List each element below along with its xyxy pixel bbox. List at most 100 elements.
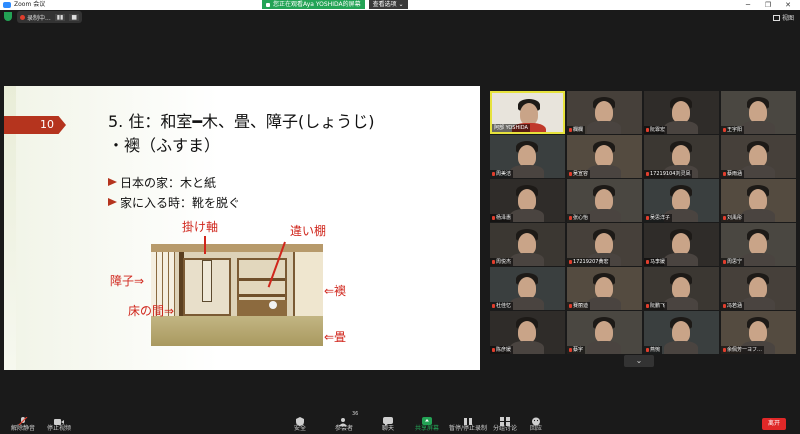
participant-tile[interactable]: 周思宁 (721, 223, 796, 266)
participant-face (749, 277, 767, 299)
participant-tile[interactable]: 蔡宇 (567, 311, 642, 354)
participant-face (672, 145, 690, 167)
maximize-button[interactable]: ❐ (758, 0, 778, 10)
participant-tile[interactable]: 燕惋 (644, 311, 719, 354)
participant-body (587, 165, 621, 178)
leave-meeting-button[interactable]: 离开 (762, 418, 786, 430)
participant-body (587, 209, 621, 222)
participant-face (672, 189, 690, 211)
participant-tile[interactable]: 余佩芳一ヨフ… (721, 311, 796, 354)
participant-name: 杜佳忆 (490, 302, 514, 310)
participant-tile[interactable]: 阮霏宏 (644, 91, 719, 134)
participant-name: 吴思洋子 (644, 214, 673, 222)
participant-name-text: 燕惋 (650, 347, 661, 353)
label-tokonoma: 床の間⇒ (128, 304, 175, 318)
participant-tile[interactable]: 杨泽惠 (490, 179, 565, 222)
participant-name-text: 阮霏宏 (650, 127, 666, 133)
label-kakejiku: 掛け軸 (182, 220, 219, 234)
mic-muted-icon (492, 259, 495, 264)
pause-stop-recording-button[interactable]: 暂停/停止录制 (448, 408, 488, 434)
pause-recording-button[interactable]: ▮▮ (54, 13, 66, 21)
share-screen-button[interactable]: 共享屏幕 (412, 408, 442, 434)
chat-button[interactable]: 聊天 (376, 408, 400, 434)
participant-name: 冯若涵 (721, 302, 745, 310)
participant-tile[interactable]: 吴思洋子 (644, 179, 719, 222)
close-window-button[interactable]: ✕ (778, 0, 798, 10)
mic-muted-icon (569, 127, 572, 132)
slide-page-number: 10 (4, 116, 66, 134)
participant-tile[interactable]: 周悦杰 (490, 223, 565, 266)
participant-tile[interactable]: 吴宣容 (567, 135, 642, 178)
participant-name-text: 蔡雨涵 (727, 171, 743, 177)
mic-muted-icon (18, 411, 28, 426)
participant-tile[interactable]: 张心怡 (567, 179, 642, 222)
participants-button[interactable]: 36 参会者 (332, 408, 358, 434)
participant-name-text: 马李媛 (650, 259, 666, 265)
stop-recording-button[interactable]: ■ (69, 13, 80, 21)
participant-name: 马李媛 (644, 258, 668, 266)
reactions-button[interactable]: 回应 (524, 408, 548, 434)
encryption-shield-icon[interactable] (4, 12, 12, 21)
participant-name: 王宇阳 (721, 126, 745, 134)
participant-name: 燕惋 (644, 346, 663, 354)
participant-tile[interactable]: 欄欄 (567, 91, 642, 134)
participant-tile[interactable]: 赛丽迪 (567, 267, 642, 310)
participant-body (741, 165, 775, 178)
participant-name-text: 杜佳忆 (496, 303, 512, 309)
participant-face (749, 321, 767, 343)
participant-face (518, 321, 536, 343)
mic-muted-icon (569, 215, 572, 220)
participant-name-text: 蔡宇 (573, 347, 584, 353)
mic-muted-icon (492, 171, 495, 176)
screen-share-banner: 您正在观看Aya YOSHIDA的屏幕 查看选项 ⌄ (262, 0, 408, 9)
mic-muted-icon (492, 303, 495, 308)
participants-icon: 36 (339, 411, 358, 426)
participant-body (664, 297, 698, 310)
breakout-rooms-button[interactable]: 分组讨论 (490, 408, 520, 434)
participant-body (741, 121, 775, 134)
participant-name-text: 周思宁 (727, 259, 743, 265)
gallery-next-page-button[interactable]: ⌄ (624, 355, 654, 367)
participant-tile[interactable]: 17219104刘灵凤 (644, 135, 719, 178)
participant-tile[interactable]: 王宇阳 (721, 91, 796, 134)
mic-muted-icon (723, 303, 726, 308)
view-options-button[interactable]: 查看选项 ⌄ (368, 0, 408, 9)
participant-body (587, 297, 621, 310)
view-toggle-button[interactable]: 视图 (772, 13, 794, 22)
zoom-meeting-window: Zoom 会议 ─ ❐ ✕ 您正在观看Aya YOSHIDA的屏幕 查看选项 ⌄… (0, 0, 800, 434)
participant-face (749, 233, 767, 255)
security-button[interactable]: 安全 (288, 408, 312, 434)
mic-muted-icon (646, 171, 649, 176)
stop-video-button[interactable]: 停止视频 (44, 408, 74, 434)
participant-face (595, 233, 613, 255)
participant-face (672, 277, 690, 299)
security-shield-icon (295, 411, 305, 426)
participant-name-text: 赛丽迪 (573, 303, 589, 309)
participant-name-text: 17219104刘灵凤 (650, 171, 691, 177)
participant-body (741, 209, 775, 222)
participant-tile[interactable]: 阮鹏飞 (644, 267, 719, 310)
participant-face (518, 189, 536, 211)
participant-name-text: 王宇阳 (727, 127, 743, 133)
participant-tile[interactable]: 陈彦媛 (490, 311, 565, 354)
participant-body (664, 121, 698, 134)
participant-name: 余佩芳一ヨフ… (721, 346, 765, 354)
participant-tile[interactable]: 马李媛 (644, 223, 719, 266)
participant-tile[interactable]: 17219207黄宏 (567, 223, 642, 266)
participant-body (587, 121, 621, 134)
unmute-button[interactable]: 解除静音 (8, 408, 38, 434)
slide-title: 5. 住：和室━木、畳、障子(しょうじ) ・襖（ふすま） (108, 110, 468, 158)
participant-tile[interactable]: 冯若涵 (721, 267, 796, 310)
bullet-item: 家に入る時：靴を脱ぐ (108, 192, 240, 212)
participant-name: 赛丽迪 (567, 302, 591, 310)
participant-name: 周思宁 (721, 258, 745, 266)
participant-name-text: 周美洁 (496, 171, 512, 177)
participant-tile[interactable]: 刘禹彤 (721, 179, 796, 222)
minimize-button[interactable]: ─ (738, 0, 758, 10)
participants-count: 36 (352, 411, 359, 417)
participant-tile[interactable]: 阿部 YOSHIDA (490, 91, 565, 134)
participant-tile[interactable]: 周美洁 (490, 135, 565, 178)
participant-tile[interactable]: 杜佳忆 (490, 267, 565, 310)
mic-muted-icon (646, 127, 649, 132)
participant-tile[interactable]: 蔡雨涵 (721, 135, 796, 178)
